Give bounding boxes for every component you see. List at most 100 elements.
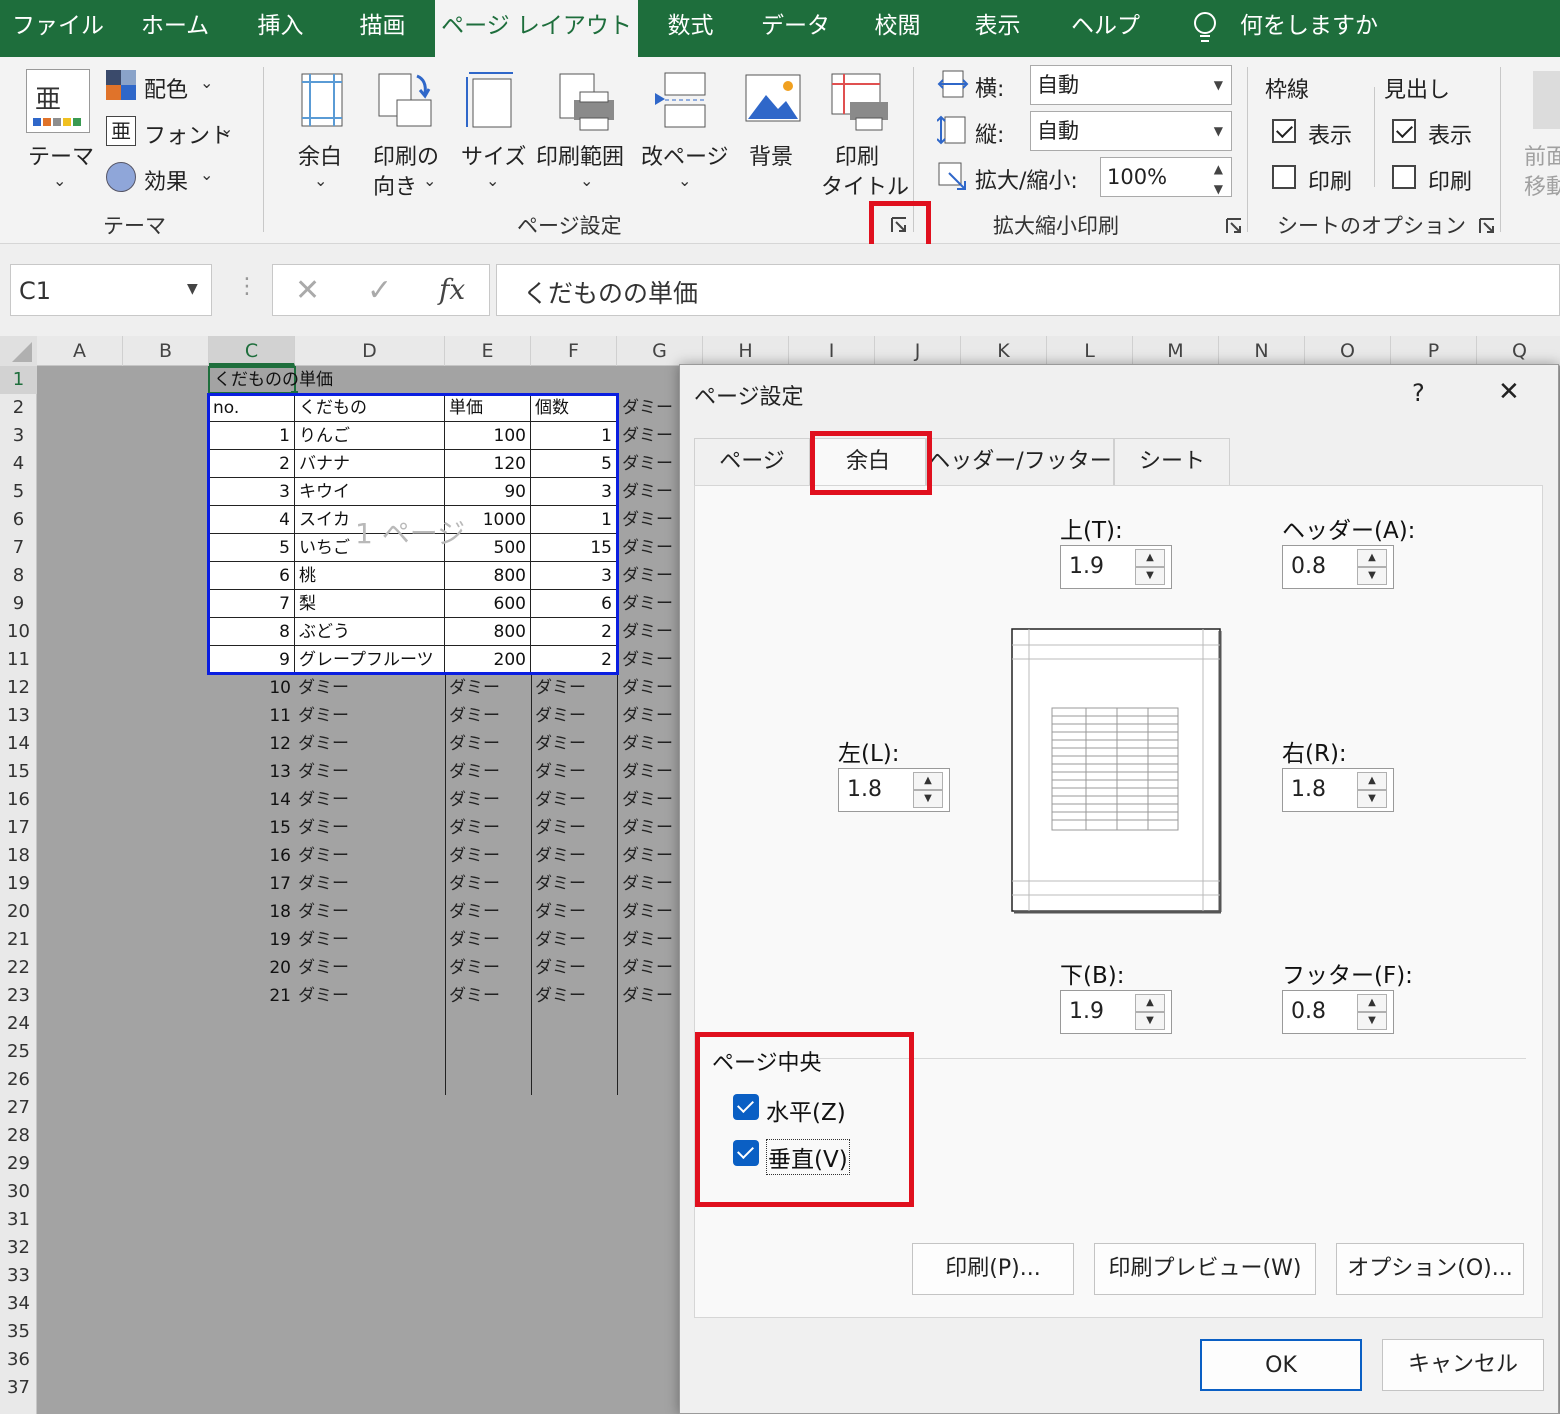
- dummy-cell[interactable]: ダミー: [535, 870, 615, 898]
- row-header[interactable]: 23: [0, 982, 37, 1010]
- column-header-l[interactable]: L: [1047, 336, 1133, 366]
- name-box[interactable]: C1 ▼: [10, 264, 212, 316]
- row-header[interactable]: 27: [0, 1094, 37, 1122]
- spin-down-icon[interactable]: ▼: [1357, 567, 1387, 585]
- dummy-cell[interactable]: ダミー: [298, 898, 438, 926]
- dummy-cell[interactable]: ダミー: [535, 758, 615, 786]
- dummy-number-cell[interactable]: 18: [209, 898, 295, 926]
- left-margin-spinner[interactable]: 1.8 ▲ ▼: [838, 768, 950, 812]
- row-header[interactable]: 16: [0, 786, 37, 814]
- spin-up-icon[interactable]: ▲: [913, 772, 943, 790]
- row-header[interactable]: 36: [0, 1346, 37, 1374]
- print-area-button[interactable]: 印刷範囲: [536, 139, 624, 171]
- dummy-cell[interactable]: ダミー: [449, 814, 529, 842]
- row-header[interactable]: 14: [0, 730, 37, 758]
- dummy-cell[interactable]: ダミー: [622, 814, 678, 842]
- dummy-cell[interactable]: ダミー: [622, 842, 678, 870]
- column-header-c[interactable]: C: [209, 336, 295, 366]
- dummy-cell[interactable]: ダミー: [535, 786, 615, 814]
- dummy-cell[interactable]: ダミー: [622, 702, 678, 730]
- dummy-cell[interactable]: ダミー: [622, 618, 678, 646]
- spin-up-icon[interactable]: ▲: [1357, 549, 1387, 567]
- row-header[interactable]: 33: [0, 1262, 37, 1290]
- dummy-cell[interactable]: ダミー: [449, 926, 529, 954]
- dummy-cell[interactable]: ダミー: [622, 590, 678, 618]
- tab-data[interactable]: データ: [748, 0, 843, 57]
- dummy-cell[interactable]: ダミー: [622, 786, 678, 814]
- dummy-cell[interactable]: ダミー: [535, 702, 615, 730]
- help-button[interactable]: ?: [1412, 379, 1425, 407]
- row-header[interactable]: 35: [0, 1318, 37, 1346]
- dummy-cell[interactable]: ダミー: [298, 870, 438, 898]
- row-header[interactable]: 5: [0, 478, 37, 506]
- dummy-cell[interactable]: ダミー: [622, 506, 678, 534]
- dummy-cell[interactable]: ダミー: [298, 702, 438, 730]
- bottom-margin-spinner[interactable]: 1.9 ▲ ▼: [1060, 990, 1172, 1034]
- scale-spinner[interactable]: 100% ▲ ▼: [1100, 157, 1232, 197]
- row-header[interactable]: 31: [0, 1206, 37, 1234]
- dummy-number-cell[interactable]: 20: [209, 954, 295, 982]
- row-header[interactable]: 34: [0, 1290, 37, 1318]
- dummy-cell[interactable]: ダミー: [298, 786, 438, 814]
- dummy-cell[interactable]: ダミー: [622, 562, 678, 590]
- row-header[interactable]: 19: [0, 870, 37, 898]
- dummy-cell[interactable]: ダミー: [622, 758, 678, 786]
- dummy-cell[interactable]: ダミー: [622, 898, 678, 926]
- width-select[interactable]: 自動 ▼: [1030, 65, 1232, 105]
- tab-draw[interactable]: 描画: [340, 0, 425, 57]
- spin-down-icon[interactable]: ▼: [1135, 567, 1165, 585]
- dummy-cell[interactable]: ダミー: [622, 674, 678, 702]
- spin-up-icon[interactable]: ▲: [1135, 994, 1165, 1012]
- dummy-number-cell[interactable]: 10: [209, 674, 295, 702]
- cancel-button[interactable]: キャンセル: [1382, 1339, 1544, 1391]
- insert-function-icon[interactable]: fx: [439, 273, 465, 306]
- dummy-cell[interactable]: ダミー: [449, 982, 529, 1010]
- sheet-title-cell[interactable]: くだものの単価: [214, 366, 414, 394]
- row-header[interactable]: 7: [0, 534, 37, 562]
- column-header-h[interactable]: H: [703, 336, 789, 366]
- dummy-number-cell[interactable]: 15: [209, 814, 295, 842]
- dummy-cell[interactable]: ダミー: [622, 478, 678, 506]
- row-header[interactable]: 20: [0, 898, 37, 926]
- top-margin-spinner[interactable]: 1.9 ▲ ▼: [1060, 545, 1172, 589]
- select-all-corner[interactable]: [0, 336, 37, 366]
- dummy-number-cell[interactable]: 11: [209, 702, 295, 730]
- dummy-cell[interactable]: ダミー: [449, 702, 529, 730]
- dummy-cell[interactable]: ダミー: [622, 646, 678, 674]
- dummy-cell[interactable]: ダミー: [298, 758, 438, 786]
- dummy-cell[interactable]: ダミー: [449, 954, 529, 982]
- dummy-cell[interactable]: ダミー: [298, 954, 438, 982]
- dummy-cell[interactable]: ダミー: [622, 394, 678, 422]
- dummy-cell[interactable]: ダミー: [622, 982, 678, 1010]
- column-header-i[interactable]: I: [789, 336, 875, 366]
- spin-down-icon[interactable]: ▼: [1357, 790, 1387, 808]
- dummy-number-cell[interactable]: 21: [209, 982, 295, 1010]
- orientation-button[interactable]: 印刷の: [373, 139, 439, 171]
- dummy-cell[interactable]: ダミー: [535, 926, 615, 954]
- spin-down-icon[interactable]: ▼: [913, 790, 943, 808]
- footer-margin-spinner[interactable]: 0.8 ▲ ▼: [1282, 990, 1394, 1034]
- dummy-cell[interactable]: ダミー: [535, 982, 615, 1010]
- print-titles-button[interactable]: 印刷: [835, 139, 879, 171]
- row-header[interactable]: 17: [0, 814, 37, 842]
- row-header[interactable]: 15: [0, 758, 37, 786]
- dummy-cell[interactable]: ダミー: [535, 814, 615, 842]
- formula-input[interactable]: くだものの単価: [496, 264, 1560, 316]
- row-header[interactable]: 26: [0, 1066, 37, 1094]
- tab-view[interactable]: 表示: [955, 0, 1040, 57]
- column-header-j[interactable]: J: [875, 336, 961, 366]
- dummy-cell[interactable]: ダミー: [298, 730, 438, 758]
- row-header[interactable]: 3: [0, 422, 37, 450]
- column-header-p[interactable]: P: [1391, 336, 1477, 366]
- row-header[interactable]: 18: [0, 842, 37, 870]
- height-select[interactable]: 自動 ▼: [1030, 111, 1232, 151]
- dummy-number-cell[interactable]: 13: [209, 758, 295, 786]
- dummy-cell[interactable]: ダミー: [449, 842, 529, 870]
- dummy-cell[interactable]: ダミー: [449, 786, 529, 814]
- column-header-g[interactable]: G: [617, 336, 703, 366]
- cancel-icon[interactable]: ✕: [295, 273, 320, 308]
- dummy-cell[interactable]: ダミー: [449, 898, 529, 926]
- fonts-button[interactable]: フォント: [144, 118, 232, 150]
- row-header[interactable]: 11: [0, 646, 37, 674]
- right-margin-spinner[interactable]: 1.8 ▲ ▼: [1282, 768, 1394, 812]
